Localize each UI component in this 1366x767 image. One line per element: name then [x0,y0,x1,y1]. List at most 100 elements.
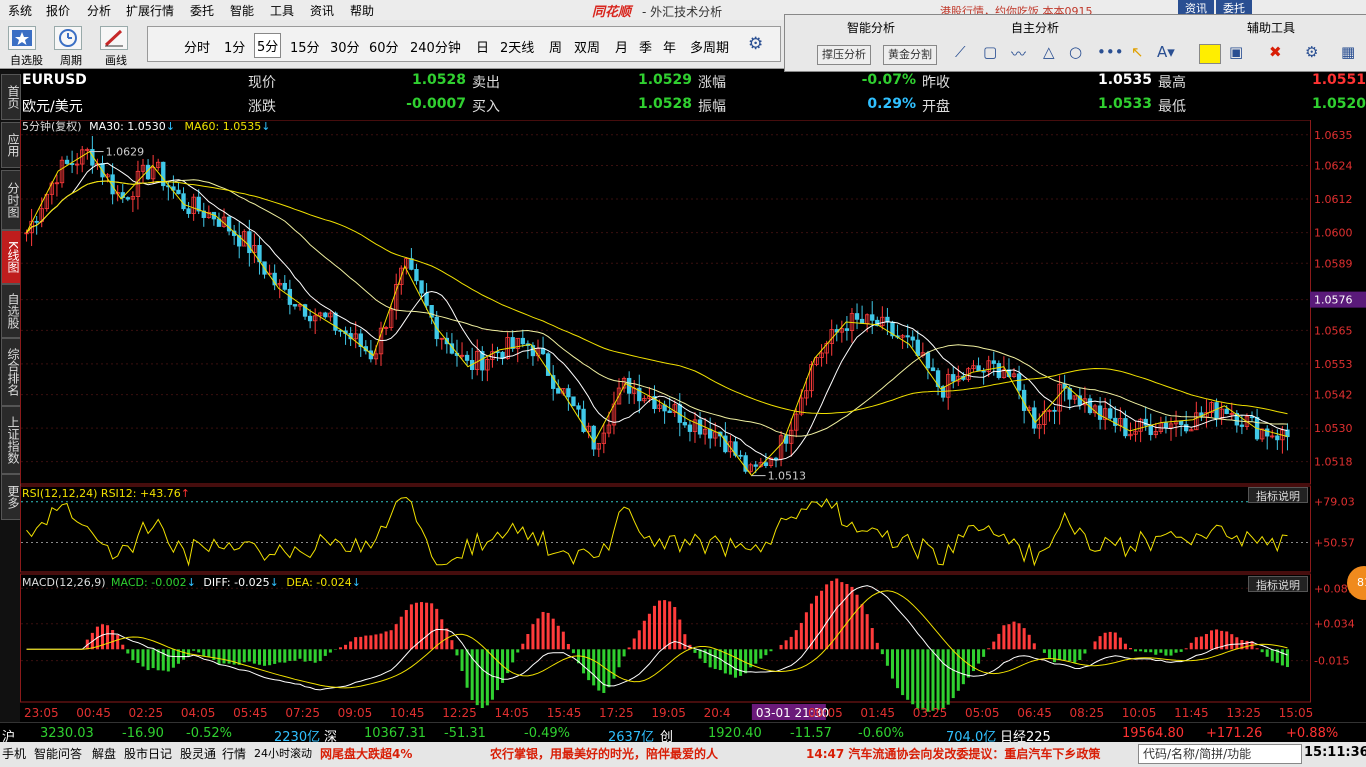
tab-more[interactable]: 更多 [1,474,21,520]
self-analysis-header[interactable]: 自主分析 [1011,19,1059,36]
news-ticker-2[interactable]: 农行掌银，用最美好的时光，陪伴最爱的人 [490,745,718,762]
period-quarter[interactable]: 季 [639,37,652,56]
kline-chart[interactable]: 1.0629 1.0513 1.0635 1.0624 1.0612 1.0600 1.0… [20,120,1366,722]
rsi-tick-label: +50.57 [1314,537,1355,550]
period-multi[interactable]: 多周期 [690,37,729,56]
color-swatch-icon[interactable] [1199,44,1221,64]
y-tick-label: 1.0624 [1314,160,1353,173]
panel-grid-icon[interactable]: ▦ [1341,43,1355,61]
period-60min[interactable]: 60分 [369,37,399,56]
tab-kline[interactable]: K线图 [1,230,21,284]
period-settings-gear-icon[interactable]: ⚙ [748,34,763,54]
y-tick-label: 1.0542 [1314,389,1353,402]
more-tools-icon[interactable]: ••• [1097,43,1124,61]
period-intraday[interactable]: 分时 [184,37,210,56]
line-tool-icon[interactable]: ⟋ [955,43,966,61]
link-diary[interactable]: 股市日记 [124,745,172,762]
menu-order[interactable]: 委托 [190,2,214,19]
menu-smart[interactable]: 智能 [230,2,254,19]
candle-body [682,422,688,426]
x-tick-label: 19:05 [651,706,686,720]
ellipse-tool-icon[interactable]: ○ [1069,43,1082,61]
golden-ratio-button[interactable]: 黄金分割 [883,45,937,65]
menu-news[interactable]: 资讯 [310,2,334,19]
link-24h-rolling[interactable]: 24小时滚动 [254,745,312,761]
macd-indicator-help-button[interactable]: 指标说明 [1248,576,1308,592]
watchlist-star-icon[interactable] [8,26,36,50]
period-year[interactable]: 年 [663,37,676,56]
y-tick-label: 1.0589 [1314,257,1353,270]
period-240min[interactable]: 240分钟 [410,37,461,56]
support-resistance-button[interactable]: 撑压分析 [817,45,871,65]
candle-body [870,314,875,321]
tab-sh-index[interactable]: 上证指数 [1,406,21,474]
period-5min[interactable]: 5分 [254,33,282,58]
menu-help[interactable]: 帮助 [350,2,374,19]
text-tool-icon[interactable]: A▾ [1157,43,1175,61]
period-1min[interactable]: 1分 [224,37,245,56]
quote-label-2: 涨幅 [698,75,726,91]
tab-intraday[interactable]: 分时图 [1,170,21,230]
rect-tool-icon[interactable]: ▢ [983,43,997,61]
menu-ext-quote[interactable]: 扩展行情 [126,2,174,19]
quote-label-4: 最高 [1158,75,1186,91]
candle-body [976,365,981,372]
draw-label: 画线 [105,54,127,67]
menu-analysis[interactable]: 分析 [87,2,111,19]
draw-pen-icon[interactable] [100,26,128,50]
rsi-tick-label: +79.03 [1314,496,1355,509]
candle-body [1148,424,1153,436]
aux-tools-header[interactable]: 辅助工具 [1247,19,1295,36]
macd-tick-label: +0.034 [1314,618,1355,631]
period-month[interactable]: 月 [615,37,628,56]
link-analysis[interactable]: 解盘 [92,745,116,762]
menu-tools[interactable]: 工具 [270,2,294,19]
delete-tool-icon[interactable]: ✖ [1269,43,1282,61]
quote-value-8: 1.0533 [1097,96,1152,112]
period-30min[interactable]: 30分 [330,37,360,56]
triangle-tool-icon[interactable]: △ [1043,43,1055,61]
cursor-tool-icon[interactable]: ↖ [1131,43,1144,61]
macd-header: MACD(12,26,9) MACD: -0.002↓ DIFF: -0.025… [22,576,361,589]
period-day[interactable]: 日 [476,37,489,56]
candle-body [591,425,596,450]
candle-body [763,462,769,466]
tab-home[interactable]: 首页 [1,74,21,120]
code-search-input[interactable]: 代码/名称/简拼/功能 [1138,744,1302,764]
period-2week[interactable]: 双周 [574,37,600,56]
market-status-bar: 沪 3230.03 -16.90 -0.52% 2230亿 深 10367.31… [0,722,1366,745]
x-tick-label: 17:25 [599,706,634,720]
tab-apps[interactable]: 应用 [1,122,21,168]
tab-ranking[interactable]: 综合排名 [1,338,21,406]
period-label: 周期 [60,54,82,67]
quote-value-4: 1.0551 [1311,72,1366,88]
news-ticker-3[interactable]: 14:47 汽车流通协会向发改委提议：重启汽车下乡政策 [806,745,1100,762]
current-price-label: 1.0576 [1314,294,1353,307]
x-tick-label: 15:05 [1279,706,1314,720]
path-tool-icon[interactable]: 〰 [1011,43,1026,64]
link-smart-qa[interactable]: 智能问答 [34,745,82,762]
period-15min[interactable]: 15分 [290,37,320,56]
period-week[interactable]: 周 [549,37,562,56]
link-mobile[interactable]: 手机 [2,745,26,762]
x-tick-label: 10:05 [1122,706,1157,720]
news-ticker-1[interactable]: 网尾盘大跌超4% [320,745,412,762]
link-stock-genius[interactable]: 股灵通 [180,745,216,762]
bottom-bar: 手机 智能问答 解盘 股市日记 股灵通 行情 24小时滚动 网尾盘大跌超4% 农… [0,742,1366,767]
menu-system[interactable]: 系统 [8,2,32,19]
quote-label-7: 振幅 [698,99,726,115]
menu-quote[interactable]: 报价 [46,2,70,19]
candle-body [687,424,693,432]
bookmark-tool-icon[interactable]: ▣ [1229,43,1243,61]
x-tick-label: 00:45 [76,706,111,720]
period-clock-icon[interactable] [54,26,82,50]
smart-analysis-header[interactable]: 智能分析 [847,19,895,36]
period-selector: 分时 1分 5分 15分 30分 60分 240分钟 日 2天线 周 双周 月 … [147,26,781,62]
link-quotes[interactable]: 行情 [222,745,246,762]
panel-settings-gear-icon[interactable]: ⚙ [1305,43,1318,61]
y-tick-label: 1.0530 [1314,422,1353,435]
candle-body [1249,416,1255,419]
rsi-indicator-help-button[interactable]: 指标说明 [1248,487,1308,503]
period-2day[interactable]: 2天线 [500,37,534,56]
tab-watchlist[interactable]: 自选股 [1,284,21,338]
